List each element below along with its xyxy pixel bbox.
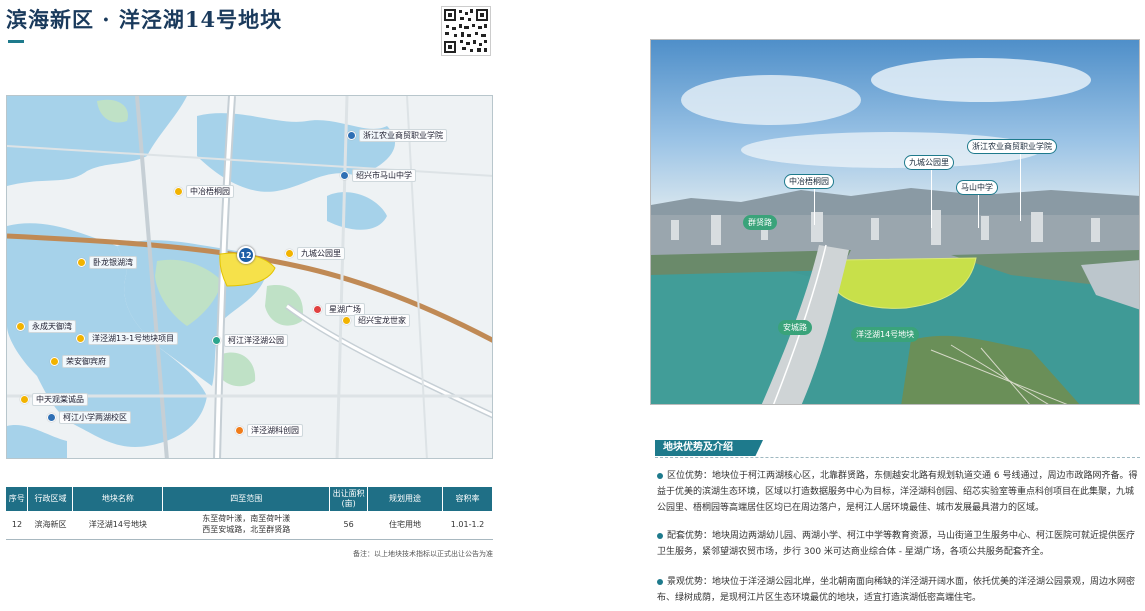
map-pin-icon <box>16 322 25 331</box>
poi-mashan-middle-school[interactable]: 绍兴市马山中学 <box>340 169 416 182</box>
cell-use: 住宅用地 <box>367 511 443 540</box>
plot-number-marker[interactable]: 12 <box>237 246 255 264</box>
advantage-landscape: 景观优势：地块位于洋泾湖公园北岸，坐北朝南面向稀缺的洋泾湖开阔水面，依托优美的洋… <box>657 577 1136 603</box>
map-pin-icon <box>340 171 349 180</box>
col-header-area: 出让面积(亩) <box>329 487 369 511</box>
cell-bounds: 东至荷叶漾，南至荷叶漾 西至安城路，北至群贤路 <box>162 511 330 540</box>
map-pin-icon <box>50 357 59 366</box>
aerial-photo: 浙江农业商贸职业学院 九城公园里 中冶梧桐园 马山中学 群贤路 安城路 洋泾湖1… <box>650 39 1140 405</box>
cell-area: 56 <box>329 511 368 540</box>
photo-label-mashan: 马山中学 <box>956 180 998 195</box>
bullet-icon <box>657 532 663 539</box>
table-header-row: 序号 行政区域 地块名称 四至范围 出让面积(亩) 规划用途 容积率 <box>6 487 493 511</box>
map-pin-icon <box>47 413 56 422</box>
col-header-district: 行政区域 <box>27 487 74 511</box>
map-pin-icon <box>235 426 244 435</box>
photo-label-plot: 洋泾湖14号地块 <box>851 327 920 342</box>
bullet-icon <box>657 472 663 479</box>
table-row: 12 滨海新区 洋泾湖14号地块 东至荷叶漾，南至荷叶漾 西至安城路，北至群贤路 … <box>6 511 493 540</box>
map-pin-icon <box>313 305 322 314</box>
photo-label-zhongye: 中冶梧桐园 <box>784 174 834 189</box>
photo-label-agri-college: 浙江农业商贸职业学院 <box>967 139 1057 154</box>
map-pin-icon <box>212 336 221 345</box>
location-map[interactable]: 12 浙江农业商贸职业学院 绍兴市马山中学 中冶梧桐园 九城公园里 卧龙银湖湾 … <box>6 95 493 459</box>
poi-yangjinghu-park[interactable]: 柯江洋泾湖公园 <box>212 334 288 347</box>
map-pin-icon <box>20 395 29 404</box>
col-header-no: 序号 <box>6 487 29 511</box>
cell-far: 1.01-1.2 <box>442 511 493 540</box>
poi-yangjinghu-tech-park[interactable]: 洋泾湖科创园 <box>235 424 303 437</box>
advantage-location: 区位优势：地块位于柯江两湖核心区，北靠群贤路，东侧越安北路有规划轨道交通 6 号… <box>657 471 1138 513</box>
poi-rongan-yubin[interactable]: 荣安御宾府 <box>50 355 110 368</box>
cell-no: 12 <box>6 511 28 540</box>
map-pin-icon <box>342 316 351 325</box>
table-note: 备注：以上地块技术指标以正式出让公告为准 <box>353 550 493 558</box>
map-pin-icon <box>347 131 356 140</box>
poi-baolong-shijia[interactable]: 绍兴宝龙世家 <box>342 314 410 327</box>
photo-label-qunxian-road: 群贤路 <box>743 215 777 230</box>
land-info-table: 序号 行政区域 地块名称 四至范围 出让面积(亩) 规划用途 容积率 12 滨海… <box>6 487 493 540</box>
map-pin-icon <box>174 187 183 196</box>
bullet-icon <box>657 578 663 585</box>
poi-yongcheng-tianyu[interactable]: 永成天御湾 <box>16 320 76 333</box>
poi-zhongye-wutong[interactable]: 中冶梧桐园 <box>174 185 234 198</box>
cell-district: 滨海新区 <box>27 511 73 540</box>
advantage-facilities: 配套优势：地块周边两湖幼儿园、两湖小学、柯江中学等教育资源，马山街道卫生服务中心… <box>657 531 1136 557</box>
aerial-photo-illustration <box>651 40 1139 404</box>
section-divider <box>655 457 1140 458</box>
map-pin-icon <box>77 258 86 267</box>
section-heading: 地块优势及介绍 <box>655 440 763 456</box>
col-header-use: 规划用途 <box>367 487 443 511</box>
col-header-bounds: 四至范围 <box>162 487 331 511</box>
poi-zhejiang-agri-college[interactable]: 浙江农业商贸职业学院 <box>347 129 447 142</box>
poi-jiucheng-park[interactable]: 九城公园里 <box>285 247 345 260</box>
photo-label-jiucheng: 九城公园里 <box>904 155 954 170</box>
map-pin-icon <box>76 334 85 343</box>
poi-wolong-yinhu[interactable]: 卧龙银湖湾 <box>77 256 137 269</box>
col-header-far: 容积率 <box>442 487 493 511</box>
poi-zhongtian-guantang[interactable]: 中天观棠诚品 <box>20 393 88 406</box>
poi-kejiang-primary[interactable]: 柯江小学两湖校区 <box>47 411 131 424</box>
col-header-name: 地块名称 <box>72 487 164 511</box>
title-accent-bar <box>8 40 24 43</box>
page-title: 滨海新区 · 洋泾湖14号地块 <box>6 7 283 32</box>
photo-label-ancheng-road: 安城路 <box>778 320 812 335</box>
cell-name: 洋泾湖14号地块 <box>72 511 163 540</box>
qr-code <box>441 6 491 56</box>
poi-yangjinghu-13-1[interactable]: 洋泾湖13-1号地块项目 <box>76 332 179 345</box>
map-pin-icon <box>285 249 294 258</box>
